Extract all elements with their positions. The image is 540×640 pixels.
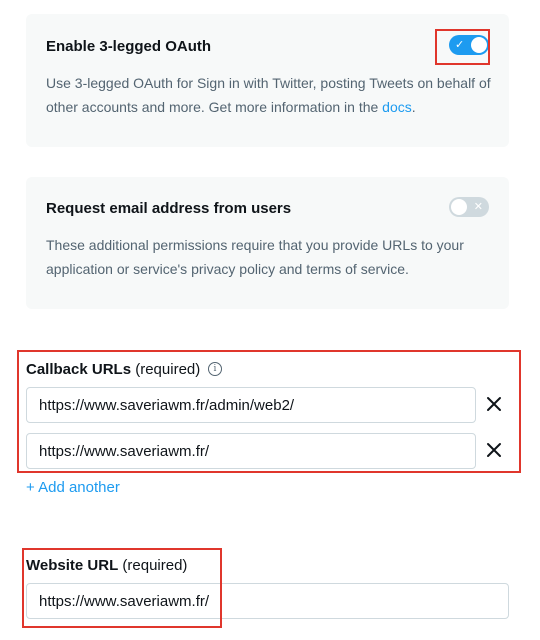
email-permission-card: Request email address from users ✕ These… (26, 177, 509, 309)
oauth-toggle-highlight (435, 29, 490, 65)
callback-urls-highlight (17, 350, 521, 473)
email-card-title: Request email address from users (46, 200, 292, 217)
oauth-card-title: Enable 3-legged OAuth (46, 38, 212, 55)
docs-link[interactable]: docs (382, 99, 412, 115)
email-card-description: These additional permissions require tha… (46, 237, 464, 277)
email-toggle[interactable]: ✕ (449, 197, 489, 217)
website-url-highlight (22, 548, 222, 628)
toggle-knob (451, 199, 467, 215)
cross-icon: ✕ (473, 200, 483, 213)
oauth-card-description: Use 3-legged OAuth for Sign in with Twit… (46, 71, 491, 119)
oauth-description-text: Use 3-legged OAuth for Sign in with Twit… (46, 75, 491, 115)
add-another-link[interactable]: + Add another (26, 479, 120, 496)
oauth-description-end: . (411, 99, 416, 115)
